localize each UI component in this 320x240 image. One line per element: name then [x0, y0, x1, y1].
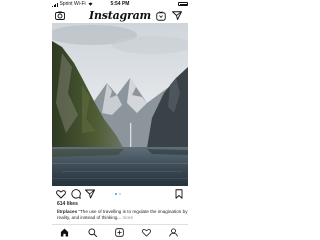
igtv-icon[interactable] — [156, 11, 166, 21]
battery-icon — [178, 2, 188, 6]
carousel-indicator — [115, 193, 121, 195]
bookmark-icon[interactable] — [174, 189, 184, 199]
search-icon[interactable] — [88, 228, 97, 237]
profile-icon[interactable] — [169, 228, 178, 237]
post-caption: litrplaces “The use of travelling is to … — [57, 209, 189, 221]
carousel-dot — [118, 193, 121, 195]
comment-icon[interactable] — [71, 189, 81, 199]
add-post-icon[interactable] — [115, 228, 124, 237]
status-time: 5:54 PM — [110, 1, 130, 7]
status-right — [178, 0, 188, 6]
carousel-dot-active — [115, 193, 117, 195]
fjord-landscape-photo — [52, 23, 188, 186]
caption-username[interactable]: litrplaces — [57, 209, 77, 214]
app-header: Instagram — [50, 8, 190, 23]
direct-message-icon[interactable] — [172, 11, 182, 20]
post-image[interactable] — [52, 23, 188, 186]
home-icon[interactable] — [60, 228, 69, 237]
likes-count[interactable]: 614 likes — [57, 201, 78, 207]
heart-icon[interactable] — [56, 189, 66, 199]
post-actions — [52, 188, 188, 200]
bottom-nav — [52, 224, 188, 238]
instagram-logo: Instagram — [89, 9, 151, 22]
caption-more-link[interactable]: more — [123, 215, 133, 220]
activity-heart-icon[interactable] — [142, 228, 151, 237]
status-bar: Sprint Wi-Fi 5:54 PM — [0, 0, 240, 8]
paper-plane-icon[interactable] — [85, 189, 95, 199]
